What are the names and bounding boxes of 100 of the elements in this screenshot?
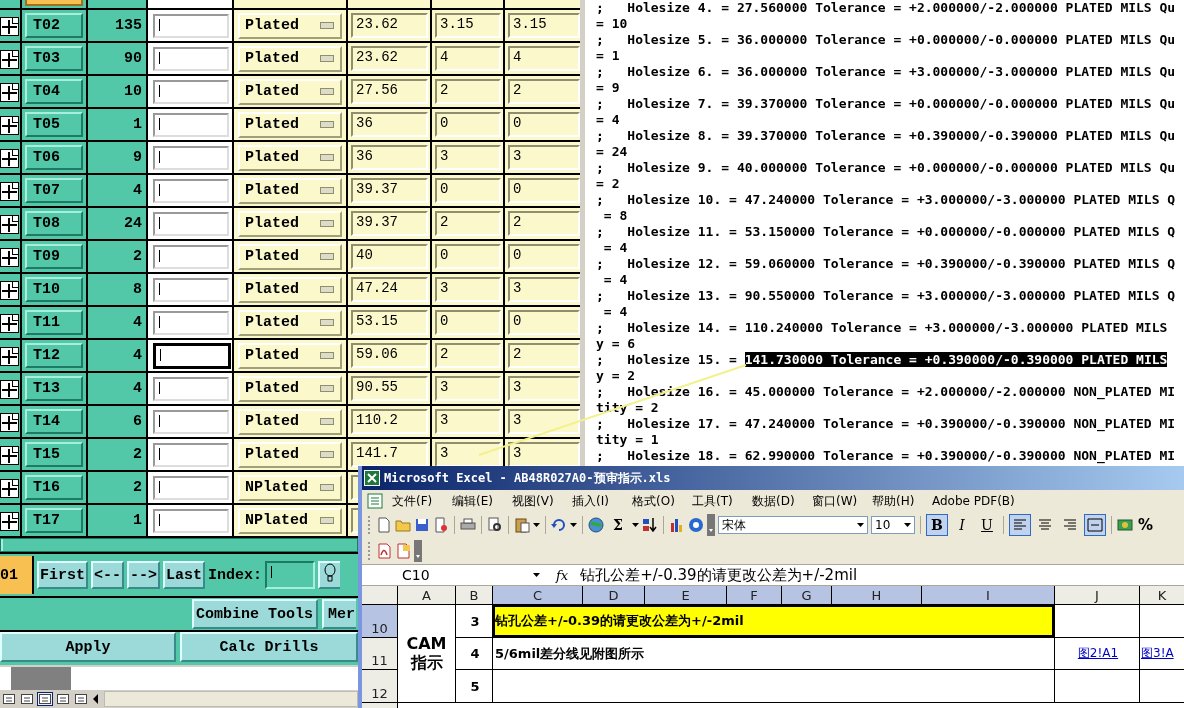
column-header[interactable]: A <box>398 586 455 604</box>
index-field[interactable] <box>265 561 316 589</box>
text-field[interactable] <box>153 376 229 401</box>
plus-icon[interactable] <box>0 378 20 399</box>
plating-dropdown[interactable]: Plated <box>238 309 342 336</box>
text-field[interactable] <box>153 145 229 170</box>
plus-icon[interactable] <box>0 81 20 102</box>
function-label[interactable]: fx <box>556 567 569 583</box>
row-header[interactable]: 10 <box>362 605 397 637</box>
value-field[interactable]: 0 <box>435 310 501 335</box>
view-icon[interactable] <box>56 693 70 705</box>
value-field[interactable]: 59.06 <box>351 343 428 368</box>
text-field[interactable] <box>153 475 229 500</box>
hyperlink[interactable]: 图3!A <box>1141 645 1174 662</box>
value-field[interactable]: 0 <box>508 310 580 335</box>
nav-button[interactable]: <-- <box>91 561 125 589</box>
view-icon[interactable] <box>74 693 88 705</box>
text-field[interactable] <box>153 112 229 137</box>
text-field[interactable] <box>153 409 229 434</box>
column-header[interactable]: J <box>1055 586 1139 604</box>
pdf-icon[interactable] <box>376 543 392 559</box>
autosum-button[interactable]: Σ <box>607 514 629 536</box>
name-box[interactable]: C10 <box>362 566 548 584</box>
plus-icon[interactable] <box>0 246 20 267</box>
sort-icon[interactable] <box>642 517 658 533</box>
value-field[interactable]: 4 <box>508 46 580 71</box>
tool-button[interactable]: T13 <box>25 376 83 401</box>
scroll-left-icon[interactable] <box>92 693 100 705</box>
tool-button[interactable]: T14 <box>25 409 83 434</box>
menu-item[interactable]: 文件(F) <box>392 492 452 510</box>
value-field[interactable]: 0 <box>508 178 580 203</box>
value-field[interactable]: 47.24 <box>351 277 428 302</box>
selected-text[interactable]: 141.730000 Tolerance = +0.390000/-0.390000 PLATED MILS <box>744 352 1168 367</box>
plus-icon[interactable] <box>0 510 20 531</box>
align-merge-button[interactable] <box>1084 514 1106 536</box>
font-size-field[interactable]: 10 <box>871 516 915 534</box>
toolbar-options-icon[interactable] <box>414 540 422 562</box>
plating-dropdown[interactable]: Plated <box>238 45 342 72</box>
value-field[interactable]: 0 <box>435 112 501 137</box>
menu-item[interactable]: 窗口(W) <box>812 492 872 510</box>
value-field[interactable]: 2 <box>508 211 580 236</box>
tool-button[interactable]: T17 <box>25 508 83 533</box>
value-field[interactable]: 90.55 <box>351 376 428 401</box>
plating-dropdown[interactable]: Plated <box>238 111 342 138</box>
value-field[interactable]: 0 <box>435 178 501 203</box>
pdf-comment-icon[interactable] <box>395 543 411 559</box>
menu-item[interactable]: 帮助(H) <box>872 492 932 510</box>
style-button[interactable]: U <box>976 514 998 536</box>
value-field[interactable]: 39.37 <box>351 178 428 203</box>
help-icon[interactable] <box>688 517 704 533</box>
tool-button[interactable]: T04 <box>25 79 83 104</box>
text-field[interactable] <box>153 46 229 71</box>
undo-icon[interactable] <box>551 517 567 533</box>
text-field[interactable] <box>153 13 229 38</box>
plating-dropdown[interactable]: Plated <box>238 243 342 270</box>
value-field[interactable]: 23.62 <box>351 13 428 38</box>
plating-dropdown[interactable]: Plated <box>238 177 342 204</box>
tool-button[interactable]: T05 <box>25 112 83 137</box>
plating-dropdown[interactable]: Plated <box>238 441 342 468</box>
hyperlink[interactable]: 图2!A1 <box>1077 645 1119 662</box>
tool-button[interactable]: T12 <box>25 343 83 368</box>
nav-button[interactable]: --> <box>127 561 161 589</box>
text-field[interactable] <box>153 442 229 467</box>
plus-icon[interactable] <box>0 147 20 168</box>
value-field[interactable]: 2 <box>435 343 501 368</box>
text-field[interactable] <box>153 310 229 335</box>
value-field[interactable]: 0 <box>435 244 501 269</box>
text-field[interactable] <box>153 79 229 104</box>
value-field[interactable]: 27.56 <box>351 79 428 104</box>
plus-icon[interactable] <box>0 345 20 366</box>
value-field[interactable]: 40 <box>351 244 428 269</box>
plus-icon[interactable] <box>0 180 20 201</box>
print-preview-icon[interactable] <box>487 517 503 533</box>
paste-icon[interactable] <box>514 517 530 533</box>
row-header[interactable]: 11 <box>362 638 397 669</box>
caret-icon[interactable] <box>857 523 864 527</box>
column-header[interactable]: B <box>456 586 492 604</box>
value-field[interactable]: 4 <box>435 46 501 71</box>
align-left-button[interactable] <box>1009 514 1031 536</box>
style-button[interactable]: B <box>926 514 948 536</box>
value-field[interactable]: 3.15 <box>508 13 580 38</box>
plating-dropdown[interactable]: NPlated <box>238 507 342 534</box>
text-field[interactable] <box>153 342 231 369</box>
text-field[interactable] <box>153 211 229 236</box>
value-field[interactable]: 3 <box>508 145 580 170</box>
column-header[interactable]: G <box>782 586 831 604</box>
action-button[interactable]: Calc Drills <box>180 632 358 662</box>
value-field[interactable]: 39.37 <box>351 211 428 236</box>
row-header[interactable]: 12 <box>362 670 397 702</box>
value-field[interactable]: 0 <box>508 244 580 269</box>
text-field[interactable] <box>153 508 229 533</box>
tool-button[interactable] <box>25 0 83 6</box>
action-button[interactable]: Mer <box>322 599 356 629</box>
nav-button[interactable]: Last <box>163 561 206 589</box>
view-icon[interactable] <box>2 693 16 705</box>
tool-button[interactable]: T08 <box>25 211 83 236</box>
column-header[interactable]: C <box>493 586 582 604</box>
value-field[interactable]: 3 <box>435 277 501 302</box>
plus-icon[interactable] <box>0 444 20 465</box>
formula-field[interactable]: 钻孔公差+/-0.39的请更改公差为+/-2mil <box>580 565 858 585</box>
